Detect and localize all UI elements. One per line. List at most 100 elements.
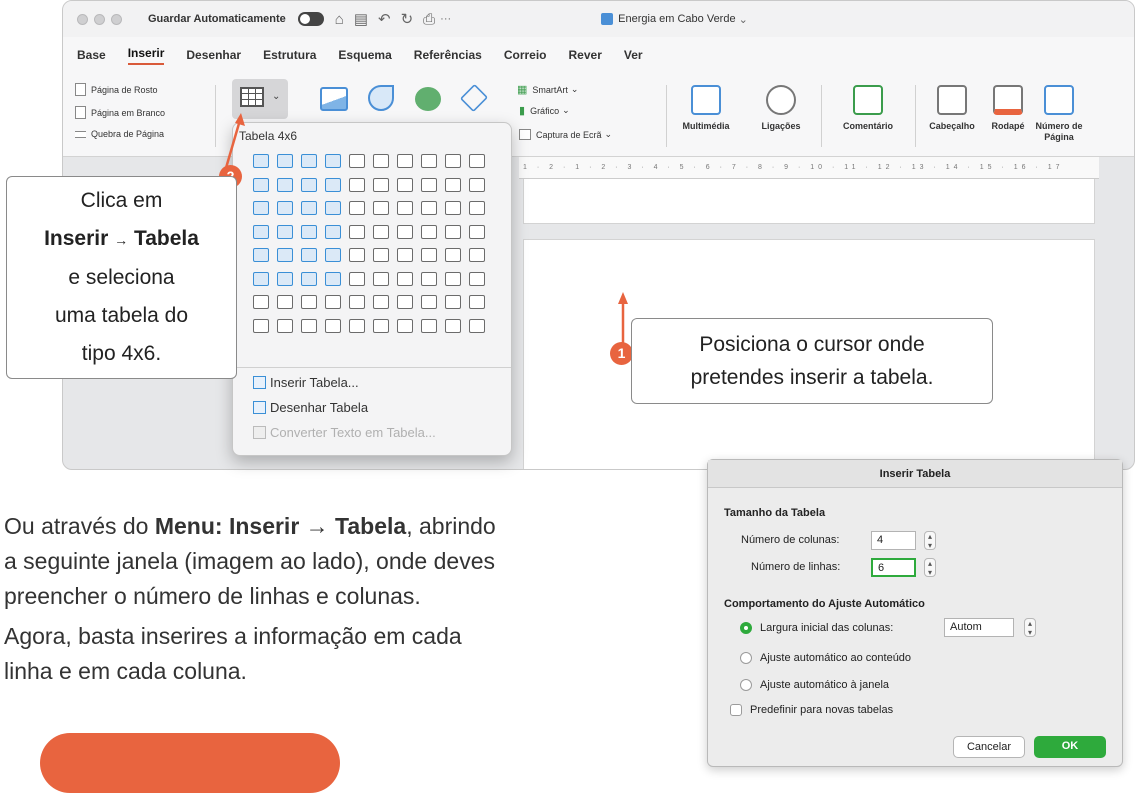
shapes-icon[interactable] bbox=[368, 85, 394, 111]
table-grid-cell[interactable] bbox=[469, 271, 485, 286]
table-grid-cell[interactable] bbox=[397, 201, 413, 215]
table-grid-cell[interactable] bbox=[445, 271, 461, 286]
tab-base[interactable]: Base bbox=[77, 48, 106, 62]
chevron-down-icon[interactable]: ⌄ bbox=[739, 13, 748, 26]
table-grid-cell[interactable] bbox=[301, 295, 317, 309]
table-grid-cell[interactable] bbox=[325, 201, 341, 215]
table-grid-cell[interactable] bbox=[301, 271, 317, 286]
multimedia-button[interactable]: Multimédia bbox=[671, 85, 741, 131]
table-grid-cell[interactable] bbox=[445, 154, 461, 168]
table-grid-cell[interactable] bbox=[325, 154, 341, 168]
table-grid-cell[interactable] bbox=[397, 248, 413, 262]
tab-esquema[interactable]: Esquema bbox=[338, 48, 391, 62]
table-grid-cell[interactable] bbox=[325, 318, 341, 333]
table-grid-cell[interactable] bbox=[253, 271, 269, 286]
table-grid-cell[interactable] bbox=[277, 248, 293, 262]
table-grid-cell[interactable] bbox=[421, 177, 437, 192]
page-number-button[interactable]: Número de Página bbox=[1033, 85, 1085, 143]
default-checkbox[interactable] bbox=[730, 704, 742, 716]
tab-estrutura[interactable]: Estrutura bbox=[263, 48, 316, 62]
print-icon[interactable]: ⎙ bbox=[423, 11, 435, 28]
document-title[interactable]: Energia em Cabo Verde bbox=[618, 13, 735, 25]
table-grid-cell[interactable] bbox=[325, 295, 341, 309]
tab-desenhar[interactable]: Desenhar bbox=[186, 48, 241, 62]
rows-stepper[interactable]: ▴ ▾ bbox=[924, 558, 936, 577]
table-grid-cell[interactable] bbox=[301, 201, 317, 215]
initial-width-radio[interactable] bbox=[740, 622, 752, 634]
footer-button[interactable]: Rodapé bbox=[985, 85, 1031, 131]
table-grid-cell[interactable] bbox=[421, 318, 437, 333]
initial-width-stepper[interactable]: ▴ ▾ bbox=[1024, 618, 1036, 637]
table-grid-cell[interactable] bbox=[349, 248, 365, 262]
zoom-window-button[interactable] bbox=[111, 13, 122, 25]
table-grid-cell[interactable] bbox=[445, 295, 461, 309]
pictures-icon[interactable] bbox=[320, 87, 348, 111]
table-grid-cell[interactable] bbox=[301, 248, 317, 262]
table-grid-cell[interactable] bbox=[469, 201, 485, 215]
icons-icon[interactable] bbox=[415, 87, 441, 111]
tab-rever[interactable]: Rever bbox=[569, 48, 602, 62]
table-grid-cell[interactable] bbox=[445, 224, 461, 239]
table-grid-cell[interactable] bbox=[421, 154, 437, 168]
home-icon[interactable]: ⌂ bbox=[335, 11, 344, 28]
table-grid-cell[interactable] bbox=[253, 248, 269, 262]
table-grid-cell[interactable] bbox=[469, 224, 485, 239]
cancel-button[interactable]: Cancelar bbox=[953, 736, 1025, 758]
table-grid-cell[interactable] bbox=[253, 295, 269, 309]
initial-width-input[interactable]: Autom bbox=[944, 618, 1014, 637]
3d-models-icon[interactable] bbox=[459, 83, 489, 113]
table-grid-cell[interactable] bbox=[373, 271, 389, 286]
table-grid-cell[interactable] bbox=[277, 154, 293, 168]
table-grid-cell[interactable] bbox=[349, 177, 365, 192]
minimize-window-button[interactable] bbox=[94, 13, 105, 25]
table-grid-cell[interactable] bbox=[445, 248, 461, 262]
table-grid-cell[interactable] bbox=[349, 201, 365, 215]
table-grid-cell[interactable] bbox=[469, 177, 485, 192]
table-grid-cell[interactable] bbox=[349, 224, 365, 239]
table-grid-cell[interactable] bbox=[397, 154, 413, 168]
table-grid-cell[interactable] bbox=[325, 271, 341, 286]
table-grid-cell[interactable] bbox=[325, 177, 341, 192]
smartart-button[interactable]: ▦ SmartArt ⌄ bbox=[517, 83, 578, 96]
table-grid-cell[interactable] bbox=[373, 248, 389, 262]
cover-page-button[interactable]: Página de Rosto bbox=[75, 83, 158, 96]
table-grid-cell[interactable] bbox=[277, 295, 293, 309]
screenshot-button[interactable]: Captura de Ecrã ⌄ bbox=[519, 129, 612, 140]
table-grid-cell[interactable] bbox=[469, 154, 485, 168]
autofit-window-radio[interactable] bbox=[740, 679, 752, 691]
table-grid-cell[interactable] bbox=[421, 248, 437, 262]
table-grid-cell[interactable] bbox=[253, 154, 269, 168]
table-grid-cell[interactable] bbox=[397, 271, 413, 286]
table-grid-cell[interactable] bbox=[253, 201, 269, 215]
tab-inserir[interactable]: Inserir bbox=[127, 46, 165, 65]
table-grid-cell[interactable] bbox=[253, 177, 269, 192]
table-grid-cell[interactable] bbox=[301, 177, 317, 192]
table-grid-cell[interactable] bbox=[325, 248, 341, 262]
table-grid-cell[interactable] bbox=[277, 318, 293, 333]
comment-button[interactable]: Comentário bbox=[829, 85, 907, 131]
draw-table-menu-item[interactable]: Desenhar Tabela bbox=[253, 400, 368, 415]
page-break-button[interactable]: Quebra de Página bbox=[75, 129, 164, 139]
rows-input[interactable]: 6 bbox=[871, 558, 916, 577]
table-grid-cell[interactable] bbox=[445, 318, 461, 333]
table-grid-cell[interactable] bbox=[469, 295, 485, 309]
blank-page-button[interactable]: Página em Branco bbox=[75, 106, 165, 119]
columns-input[interactable]: 4 bbox=[871, 531, 916, 550]
links-button[interactable]: Ligações bbox=[753, 85, 809, 131]
autofit-content-radio[interactable] bbox=[740, 652, 752, 664]
header-button[interactable]: Cabeçalho bbox=[919, 85, 985, 131]
table-grid-cell[interactable] bbox=[373, 318, 389, 333]
table-grid-cell[interactable] bbox=[325, 224, 341, 239]
close-window-button[interactable] bbox=[77, 13, 88, 25]
tab-referencias[interactable]: Referências bbox=[414, 48, 482, 62]
table-grid-cell[interactable] bbox=[469, 248, 485, 262]
table-grid-cell[interactable] bbox=[397, 177, 413, 192]
table-grid-cell[interactable] bbox=[421, 271, 437, 286]
insert-table-menu-item[interactable]: Inserir Tabela... bbox=[253, 375, 359, 390]
tab-correio[interactable]: Correio bbox=[504, 48, 547, 62]
table-grid-cell[interactable] bbox=[349, 271, 365, 286]
table-grid-cell[interactable] bbox=[277, 201, 293, 215]
table-grid-cell[interactable] bbox=[373, 224, 389, 239]
autosave-toggle[interactable] bbox=[297, 12, 324, 26]
table-grid-cell[interactable] bbox=[301, 224, 317, 239]
